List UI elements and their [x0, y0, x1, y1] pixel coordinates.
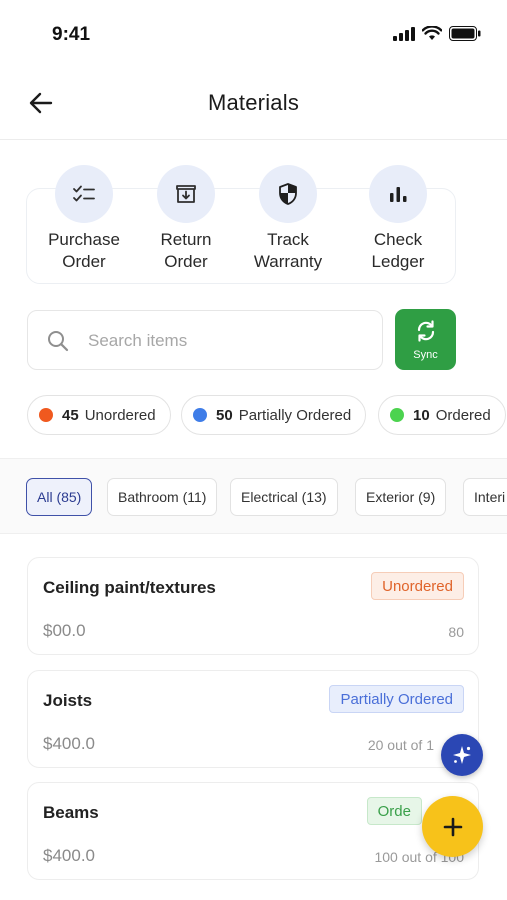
battery-icon	[449, 26, 481, 41]
item-price: $00.0	[43, 621, 86, 640]
status-icons	[393, 26, 481, 41]
ordered-count: 10	[413, 406, 430, 424]
purchase-order-circle	[55, 165, 113, 223]
track-warranty-label: Track Warranty	[253, 230, 323, 271]
partially-ordered-label: Partially Ordered	[238, 406, 352, 424]
item-price: $400.0	[43, 734, 95, 753]
ai-assistant-button[interactable]	[441, 734, 483, 776]
app-header: Materials	[0, 70, 507, 140]
filter-chip-bathroom[interactable]: Bathroom (11)	[107, 478, 218, 516]
item-name: Beams	[43, 803, 99, 822]
item-name: Ceiling paint/textures	[43, 578, 216, 597]
item-name: Joists	[43, 691, 93, 710]
purchase-order-label: Purchase Order	[48, 230, 120, 271]
unordered-count: 45	[62, 406, 79, 424]
status-badge: Unordered	[371, 572, 464, 600]
material-card[interactable]: Beams Orde $400.0 100 out of 100	[27, 782, 479, 880]
search-icon	[48, 331, 69, 352]
return-box-icon	[176, 185, 196, 203]
checklist-icon	[73, 185, 95, 202]
unordered-summary-pill[interactable]: 45 Unordered	[27, 395, 171, 435]
search-input[interactable]: Search items	[27, 310, 383, 370]
page-title: Materials	[207, 90, 300, 115]
filter-chip-exterior[interactable]: Exterior (9)	[355, 478, 447, 516]
shield-icon	[279, 183, 297, 205]
sync-label: Sync	[413, 349, 438, 361]
status-badge: Orde	[366, 797, 422, 825]
status-summary: 45 Unordered 50 Partially Ordered 10 Ord…	[27, 395, 507, 437]
unordered-dot	[39, 408, 53, 422]
check-ledger-circle	[369, 165, 427, 223]
ordered-label: Ordered	[435, 406, 491, 424]
track-warranty-circle	[259, 165, 317, 223]
status-badge: Partially Ordered	[329, 685, 464, 713]
return-order-circle	[157, 165, 215, 223]
status-bar: 9:41	[0, 0, 507, 70]
status-time: 9:41	[52, 24, 91, 45]
filter-chip-interior[interactable]: Interi	[463, 478, 507, 516]
partially-ordered-summary-pill[interactable]: 50 Partially Ordered	[181, 395, 367, 435]
wifi-icon	[422, 26, 442, 40]
item-quantity: 80	[448, 624, 464, 640]
sync-icon	[417, 320, 434, 342]
filter-chip-all[interactable]: All (85)	[26, 478, 93, 516]
partially-ordered-dot	[193, 408, 207, 422]
ordered-summary-pill[interactable]: 10 Ordered	[378, 395, 506, 435]
add-item-button[interactable]	[422, 796, 483, 857]
category-filter-strip[interactable]: All (85) Bathroom (11) Electrical (13) E…	[0, 458, 507, 534]
bar-chart-icon	[390, 187, 407, 202]
track-warranty-action[interactable]: Track Warranty	[233, 165, 343, 273]
cellular-signal-icon	[393, 26, 415, 41]
return-order-action[interactable]: Return Order	[131, 165, 241, 273]
material-card[interactable]: Joists Partially Ordered $400.0 20 out o…	[27, 670, 479, 768]
ordered-dot	[390, 408, 404, 422]
sparkle-icon	[453, 746, 471, 764]
unordered-label: Unordered	[84, 406, 156, 424]
check-ledger-action[interactable]: Check Ledger	[343, 165, 453, 273]
item-price: $400.0	[43, 846, 95, 865]
partially-ordered-count: 50	[216, 406, 233, 424]
return-order-label: Return Order	[160, 230, 212, 271]
search-placeholder: Search items	[88, 331, 188, 350]
item-quantity: 20 out of 1	[367, 737, 434, 753]
sync-button[interactable]: Sync	[395, 309, 456, 370]
purchase-order-action[interactable]: Purchase Order	[29, 165, 139, 273]
quick-actions-card: Purchase Order Return Order Track Warran…	[26, 165, 456, 284]
plus-icon	[443, 817, 462, 836]
filter-chip-electrical[interactable]: Electrical (13)	[230, 478, 338, 516]
check-ledger-label: Check Ledger	[371, 230, 425, 271]
material-card[interactable]: Ceiling paint/textures Unordered $00.0 8…	[27, 557, 479, 655]
